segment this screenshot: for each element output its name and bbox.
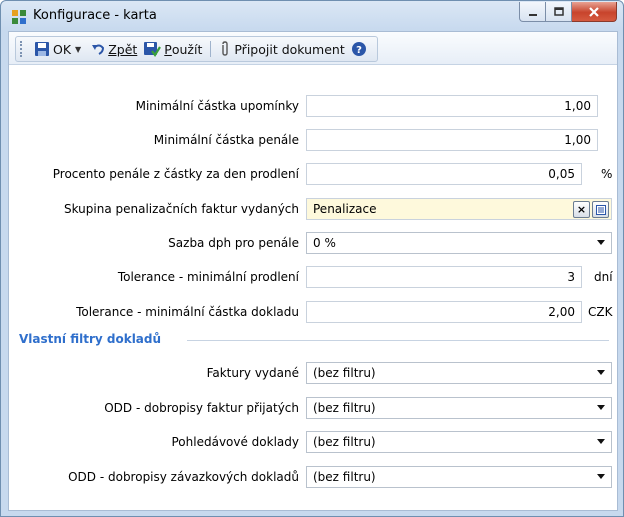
row-vat-rate: Sazba dph pro penále 0 % xyxy=(9,232,617,256)
filter-liability-credit-notes-value: (bez filtru) xyxy=(313,470,376,484)
row-penalty-percent: Procento penále z částky za den prodlení… xyxy=(9,163,617,187)
row-min-reminder: Minimální částka upomínky 1,00 xyxy=(9,95,617,119)
label-penalty-group: Skupina penalizačních faktur vydaných xyxy=(63,202,299,216)
svg-text:?: ? xyxy=(356,45,362,56)
penalty-group-lookup[interactable]: Penalizace × xyxy=(306,198,612,220)
help-icon: ? xyxy=(351,42,366,56)
apply-disk-icon xyxy=(144,42,162,57)
attach-document-label: Připojit dokument xyxy=(234,41,345,57)
section-divider xyxy=(187,340,609,341)
tolerance-delay-input[interactable]: 3 xyxy=(306,266,582,288)
minimize-icon xyxy=(528,13,537,16)
label-filter-liability-credit-notes: ODD - dobropisy závazkových dokladů xyxy=(68,470,299,484)
dropdown-arrow-icon xyxy=(597,370,605,375)
help-button[interactable]: ? xyxy=(348,39,373,59)
penalty-group-value: Penalizace xyxy=(313,202,377,216)
dropdown-arrow-icon xyxy=(597,240,605,245)
tolerance-amount-input[interactable]: 2,00 xyxy=(306,301,582,323)
clear-button[interactable]: × xyxy=(573,201,590,218)
label-filter-issued-invoices: Faktury vydané xyxy=(206,366,299,380)
toolbar-strip: OK ▼ Zpět Použít Připojit dokument ? xyxy=(15,36,378,62)
filter-liability-credit-notes-select[interactable]: (bez filtru) xyxy=(306,466,612,488)
toolbar-separator xyxy=(210,41,212,57)
unit-czk: CZK xyxy=(588,305,613,319)
title-bar[interactable]: Konfigurace - karta xyxy=(1,1,623,31)
lookup-buttons: × xyxy=(573,201,609,218)
ok-button[interactable]: OK ▼ xyxy=(31,39,88,59)
select-list-button[interactable] xyxy=(592,201,609,218)
penalty-percent-input[interactable]: 0,05 xyxy=(306,163,582,185)
window-title: Konfigurace - karta xyxy=(33,8,157,23)
back-label: Zpět xyxy=(108,41,138,57)
filter-credit-notes-received-value: (bez filtru) xyxy=(313,401,376,415)
apply-label-underlined: P xyxy=(164,41,172,57)
undo-icon xyxy=(92,44,105,55)
apply-button[interactable]: Použít xyxy=(140,39,205,59)
row-tolerance-amount: Tolerance - minimální částka dokladu 2,0… xyxy=(9,301,617,325)
filter-issued-invoices-value: (bez filtru) xyxy=(313,366,376,380)
dropdown-arrow-icon xyxy=(597,439,605,444)
label-min-penalty: Minimální částka penále xyxy=(153,133,299,147)
maximize-icon xyxy=(553,6,564,16)
label-penalty-percent: Procento penále z částky za den prodlení xyxy=(52,167,299,181)
dropdown-arrow-icon xyxy=(597,474,605,479)
min-penalty-input[interactable]: 1,00 xyxy=(306,129,598,151)
close-icon xyxy=(589,6,599,17)
list-icon xyxy=(595,204,606,215)
label-vat-rate: Sazba dph pro penále xyxy=(168,236,299,250)
row-filter-issued-invoices: Faktury vydané (bez filtru) xyxy=(9,362,617,386)
min-reminder-input[interactable]: 1,00 xyxy=(306,95,598,117)
label-filter-receivables: Pohledávové doklady xyxy=(171,435,300,449)
form-area: OK ▼ Zpět Použít Připojit dokument ? Min… xyxy=(8,31,618,511)
toolbar: OK ▼ Zpět Použít Připojit dokument ? xyxy=(9,32,617,65)
label-tolerance-amount: Tolerance - minimální částka dokladu xyxy=(76,305,299,319)
save-disk-icon xyxy=(35,42,49,56)
label-tolerance-delay: Tolerance - minimální prodlení xyxy=(117,270,299,284)
section-title-filters: Vlastní filtry dokladů xyxy=(19,332,162,346)
vat-rate-select[interactable]: 0 % xyxy=(306,232,612,254)
ok-dropdown-icon[interactable]: ▼ xyxy=(75,45,81,54)
window: Konfigurace - karta OK ▼ Zpět P oužít Př… xyxy=(0,0,624,517)
label-filter-credit-notes-received: ODD - dobropisy faktur přijatých xyxy=(104,401,299,415)
vat-rate-value: 0 % xyxy=(313,236,336,250)
clear-x-icon: × xyxy=(576,203,587,216)
close-button[interactable] xyxy=(572,2,617,22)
label-min-reminder: Minimální částka upomínky xyxy=(135,99,299,113)
minimize-button[interactable] xyxy=(519,2,546,22)
filter-issued-invoices-select[interactable]: (bez filtru) xyxy=(306,362,612,384)
row-tolerance-delay: Tolerance - minimální prodlení 3 dní xyxy=(9,266,617,290)
row-penalty-group: Skupina penalizačních faktur vydaných Pe… xyxy=(9,198,617,222)
apply-label: oužít xyxy=(171,41,203,57)
filter-credit-notes-received-select[interactable]: (bez filtru) xyxy=(306,397,612,419)
maximize-button[interactable] xyxy=(546,2,572,22)
toolbar-grip[interactable] xyxy=(20,41,25,57)
row-filter-receivables: Pohledávové doklady (bez filtru) xyxy=(9,431,617,455)
row-filter-credit-notes-received: ODD - dobropisy faktur přijatých (bez fi… xyxy=(9,397,617,421)
attach-document-button[interactable]: Připojit dokument xyxy=(216,39,347,59)
paperclip-icon xyxy=(222,41,229,56)
row-min-penalty: Minimální částka penále 1,00 xyxy=(9,129,617,153)
dropdown-arrow-icon xyxy=(597,405,605,410)
app-icon xyxy=(12,10,26,24)
back-button[interactable]: Zpět xyxy=(88,39,140,59)
ok-label: OK xyxy=(53,41,72,57)
unit-percent: % xyxy=(601,167,613,181)
filter-receivables-select[interactable]: (bez filtru) xyxy=(306,431,612,453)
unit-days: dní xyxy=(594,270,613,284)
filter-receivables-value: (bez filtru) xyxy=(313,435,376,449)
row-filter-liability-credit-notes: ODD - dobropisy závazkových dokladů (bez… xyxy=(9,466,617,490)
caption-buttons xyxy=(519,2,617,22)
